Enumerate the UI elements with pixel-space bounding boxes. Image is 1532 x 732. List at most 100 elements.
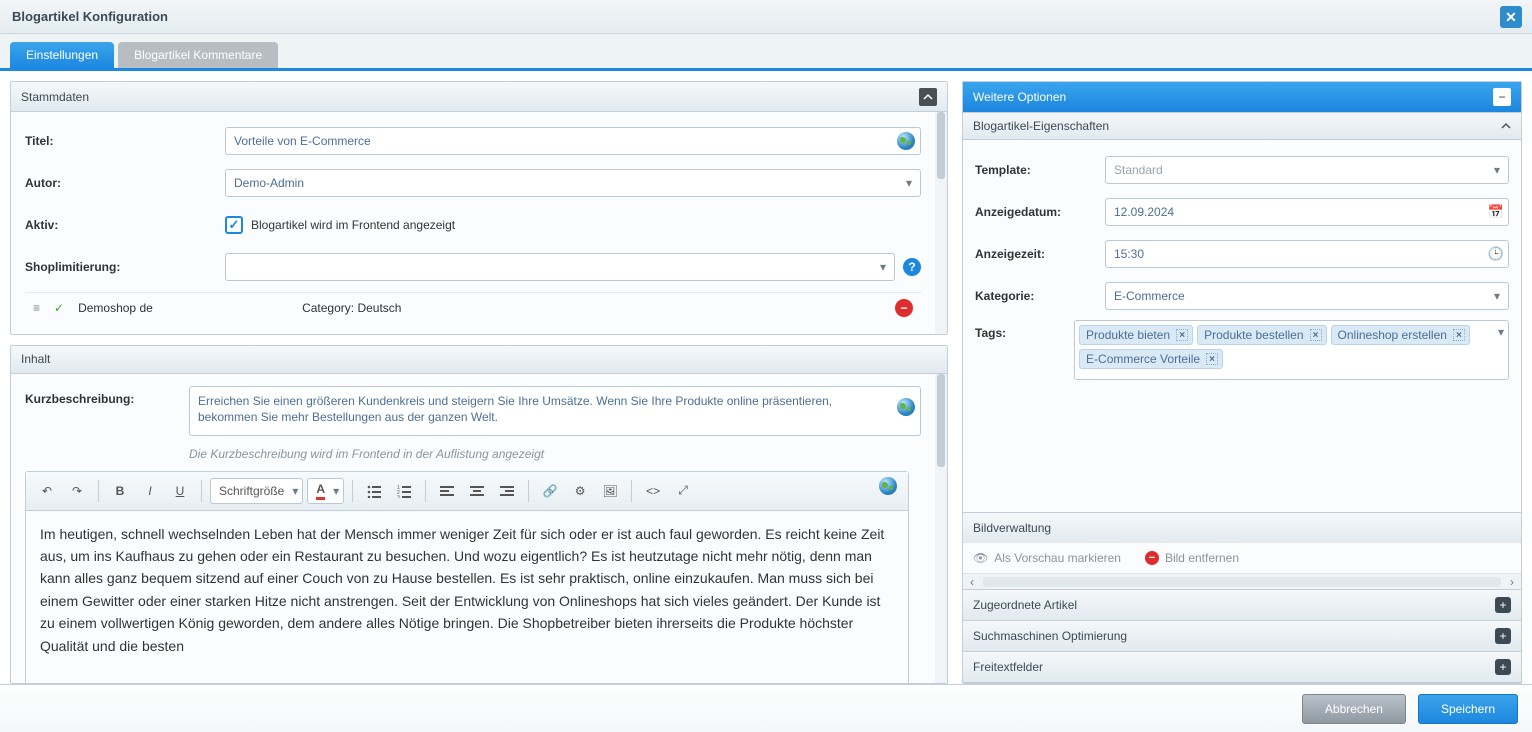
italic-button[interactable]: I xyxy=(137,478,163,504)
scrollbar[interactable] xyxy=(935,112,947,334)
mark-preview-label: Als Vorschau markieren xyxy=(994,551,1121,565)
label-kurzbeschreibung: Kurzbeschreibung: xyxy=(25,386,189,406)
collapse-button[interactable] xyxy=(919,88,937,106)
chevron-up-icon xyxy=(923,92,933,102)
chevron-up-icon[interactable] xyxy=(1501,121,1511,131)
source-button[interactable]: <> xyxy=(640,478,666,504)
rte-content[interactable]: Im heutigen, schnell wechselnden Leben h… xyxy=(26,511,908,684)
section-blogartikel-eigenschaften: Blogartikel-Eigenschaften xyxy=(963,112,1521,140)
panel-seo: Suchmaschinen Optimierung + xyxy=(963,621,1521,652)
globe-icon[interactable] xyxy=(879,477,897,495)
label-tags: Tags: xyxy=(975,320,1074,340)
chevron-right-icon[interactable]: › xyxy=(1505,575,1519,589)
section-label: Blogartikel-Eigenschaften xyxy=(973,119,1109,133)
section-label: Freitextfelder xyxy=(973,660,1043,674)
label-template: Template: xyxy=(975,163,1105,177)
clock-icon[interactable]: 🕒 xyxy=(1487,245,1505,263)
cancel-button[interactable]: Abbrechen xyxy=(1302,694,1406,724)
fontcolor-select[interactable]: A ▾ xyxy=(307,478,344,504)
expand-icon[interactable]: + xyxy=(1495,597,1511,613)
panel-header-inhalt: Inhalt xyxy=(11,346,947,373)
input-anzeigezeit[interactable] xyxy=(1105,240,1509,268)
tag-remove-icon[interactable]: × xyxy=(1206,353,1218,365)
redo-button[interactable]: ↷ xyxy=(64,478,90,504)
panel-title: Weitere Optionen xyxy=(973,90,1066,104)
tag-remove-icon[interactable]: × xyxy=(1310,329,1322,341)
tab-blogartikel-kommentare[interactable]: Blogartikel Kommentare xyxy=(118,42,278,68)
rte-wrap: ↶ ↷ B I U Schriftgröße ▾ xyxy=(25,471,921,684)
chevron-left-icon[interactable]: ‹ xyxy=(965,575,979,589)
panel-header-seo[interactable]: Suchmaschinen Optimierung + xyxy=(963,621,1521,651)
chevron-down-icon: ▾ xyxy=(1494,163,1500,177)
horizontal-scrollbar[interactable]: ‹ › xyxy=(963,573,1521,589)
tabstrip: Einstellungen Blogartikel Kommentare xyxy=(0,34,1532,71)
tags-field[interactable]: ▾ Produkte bieten× Produkte bestellen× O… xyxy=(1074,320,1509,380)
align-right-icon xyxy=(500,484,514,498)
combo-template[interactable]: Standard ▾ xyxy=(1105,156,1509,184)
fontsize-select[interactable]: Schriftgröße ▾ xyxy=(210,478,303,504)
globe-icon[interactable] xyxy=(897,132,915,150)
tag-remove-icon[interactable]: × xyxy=(1176,329,1188,341)
help-icon[interactable]: ? xyxy=(903,258,921,276)
label-titel: Titel: xyxy=(25,134,225,148)
link-button[interactable]: 🔗 xyxy=(537,478,563,504)
save-button[interactable]: Speichern xyxy=(1418,694,1518,724)
fullscreen-button[interactable]: ⤢ xyxy=(670,478,696,504)
panel-weitere-optionen: Weitere Optionen − Blogartikel-Eigenscha… xyxy=(962,81,1522,684)
hint-kurzbeschreibung: Die Kurzbeschreibung wird im Frontend in… xyxy=(189,447,921,461)
drag-handle-icon[interactable]: ≡ xyxy=(33,301,40,315)
panel-body-stammdaten: Titel: Autor: Demo-Admin xyxy=(11,112,947,334)
image-button[interactable]: 🖼 xyxy=(597,478,623,504)
label-anzeigezeit: Anzeigezeit: xyxy=(975,247,1105,261)
tag-label: Onlineshop erstellen xyxy=(1338,328,1447,342)
list-ordered-button[interactable]: 123 xyxy=(391,478,417,504)
panel-header-zugeordnete-artikel[interactable]: Zugeordnete Artikel + xyxy=(963,590,1521,620)
shop-row: ≡ ✓ Demoshop de Category: Deutsch − xyxy=(25,292,921,322)
align-center-button[interactable] xyxy=(464,478,490,504)
left-column: Stammdaten Titel: xyxy=(10,81,948,684)
panel-header-stammdaten: Stammdaten xyxy=(11,82,947,112)
expand-icon[interactable]: + xyxy=(1495,659,1511,675)
combo-autor[interactable]: Demo-Admin ▾ xyxy=(225,169,921,197)
panel-zugeordnete-artikel: Zugeordnete Artikel + xyxy=(963,590,1521,621)
section-label: Bildverwaltung xyxy=(973,521,1051,535)
combo-shoplimitierung[interactable]: ▾ xyxy=(225,253,895,281)
textarea-kurzbeschreibung[interactable] xyxy=(189,386,921,436)
panel-title: Stammdaten xyxy=(21,90,89,104)
label-shoplimitierung: Shoplimitierung: xyxy=(25,260,225,274)
align-left-button[interactable] xyxy=(434,478,460,504)
close-button[interactable]: ✕ xyxy=(1500,6,1522,28)
combo-kategorie[interactable]: E-Commerce ▾ xyxy=(1105,282,1509,310)
section-label: Suchmaschinen Optimierung xyxy=(973,629,1127,643)
eye-icon: 👁 xyxy=(973,551,988,565)
tag-item: Onlineshop erstellen × xyxy=(1331,325,1470,345)
align-right-button[interactable] xyxy=(494,478,520,504)
input-titel[interactable] xyxy=(225,127,921,155)
calendar-icon[interactable]: 📅 xyxy=(1487,203,1505,221)
checkbox-aktiv[interactable]: ✓ xyxy=(225,216,243,234)
input-anzeigedatum[interactable] xyxy=(1105,198,1509,226)
mark-preview-button[interactable]: 👁 Als Vorschau markieren xyxy=(973,551,1121,565)
label-aktiv: Aktiv: xyxy=(25,218,225,232)
tag-remove-icon[interactable]: × xyxy=(1453,329,1465,341)
panel-header-freitextfelder[interactable]: Freitextfelder + xyxy=(963,652,1521,682)
tab-einstellungen[interactable]: Einstellungen xyxy=(10,42,114,68)
combo-kategorie-value: E-Commerce xyxy=(1114,289,1185,303)
scrollbar[interactable] xyxy=(935,374,947,684)
expand-icon[interactable]: + xyxy=(1495,628,1511,644)
body: Stammdaten Titel: xyxy=(0,71,1532,684)
bold-button[interactable]: B xyxy=(107,478,133,504)
panel-title: Inhalt xyxy=(21,352,50,366)
list-bullet-button[interactable] xyxy=(361,478,387,504)
unlink-button[interactable]: ⚙ xyxy=(567,478,593,504)
globe-icon[interactable] xyxy=(897,398,915,416)
chevron-down-icon: ▾ xyxy=(880,260,886,274)
undo-button[interactable]: ↶ xyxy=(34,478,60,504)
remove-image-button[interactable]: − Bild entfernen xyxy=(1145,551,1239,565)
remove-shop-button[interactable]: − xyxy=(895,299,913,317)
footer: Abbrechen Speichern xyxy=(0,684,1532,732)
rich-text-editor: ↶ ↷ B I U Schriftgröße ▾ xyxy=(25,471,909,684)
minimize-button[interactable]: − xyxy=(1493,88,1511,106)
list-bullet-icon xyxy=(367,484,381,498)
underline-button[interactable]: U xyxy=(167,478,193,504)
